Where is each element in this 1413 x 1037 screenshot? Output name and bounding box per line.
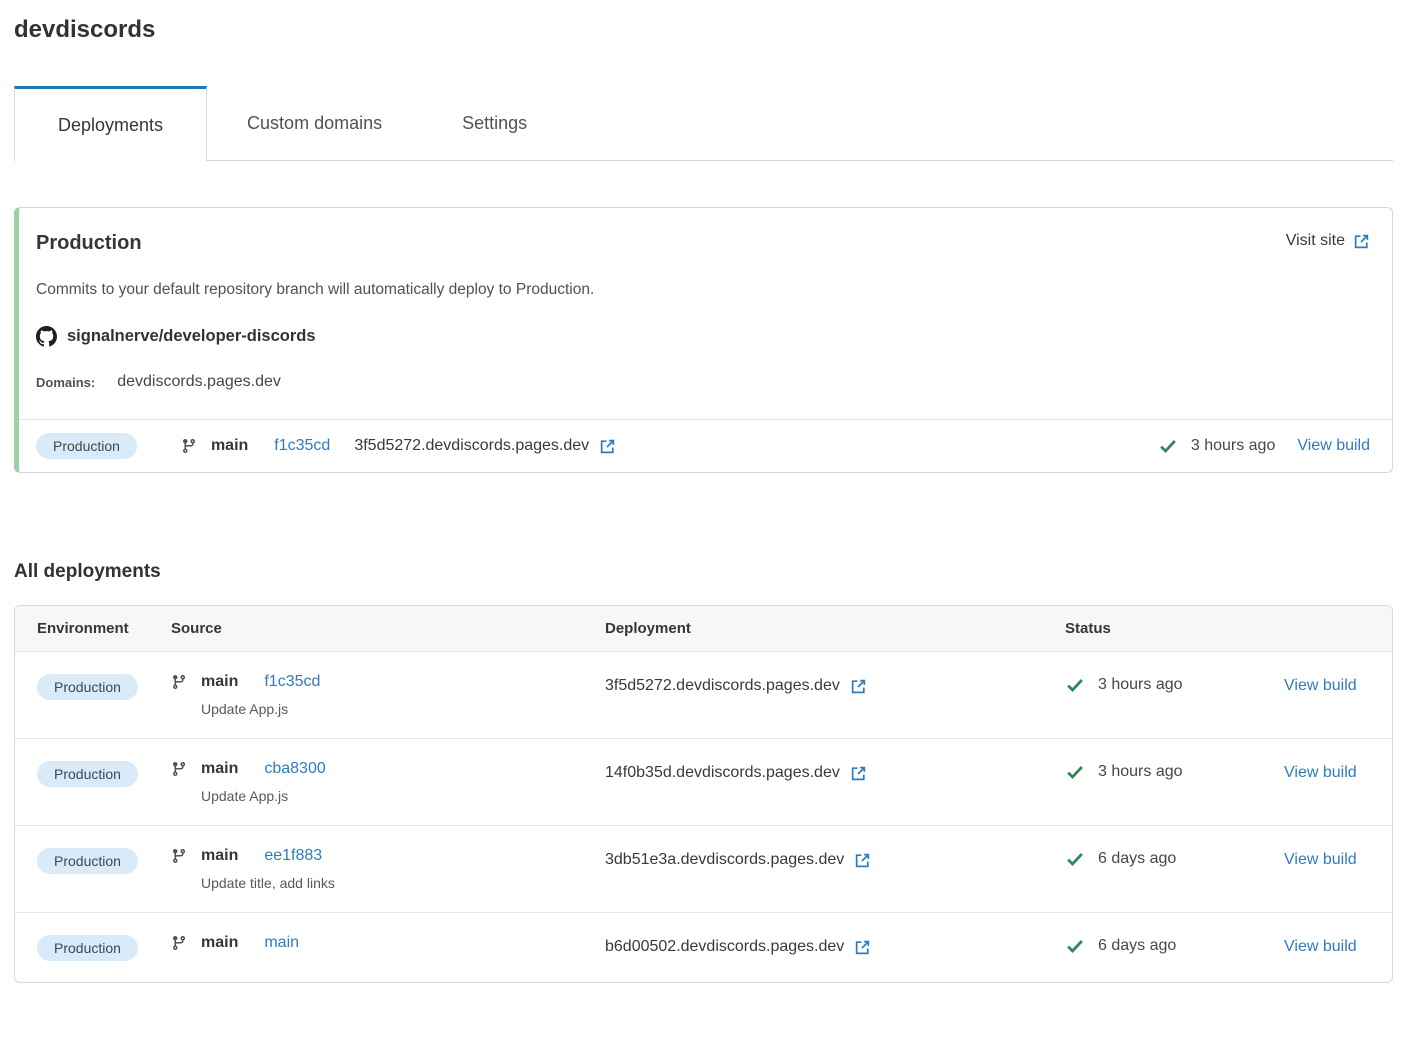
status-time: 6 days ago xyxy=(1098,937,1176,955)
git-branch-icon xyxy=(181,438,197,454)
commit-link[interactable]: f1c35cd xyxy=(264,673,320,691)
branch-name: main xyxy=(201,934,238,952)
view-build-link[interactable]: View build xyxy=(1284,764,1357,781)
repo-link[interactable]: signalnerve/developer-discords xyxy=(67,327,316,346)
external-link-icon[interactable] xyxy=(850,765,867,782)
status-time: 3 hours ago xyxy=(1098,676,1183,694)
commit-link[interactable]: main xyxy=(264,934,299,952)
status-time: 3 hours ago xyxy=(1098,763,1183,781)
pages-project-page: devdiscords Deployments Custom domains S… xyxy=(0,0,1413,983)
table-row: Production main ee1f883 Update title, ad… xyxy=(15,826,1392,913)
domain-value: devdiscords.pages.dev xyxy=(117,373,281,391)
branch-name: main xyxy=(201,847,238,865)
commit-link[interactable]: ee1f883 xyxy=(264,847,322,865)
production-latest-deployment-row: Production main f1c35cd 3f5d5272.devdisc… xyxy=(19,419,1392,472)
deployment-url: b6d00502.devdiscords.pages.dev xyxy=(605,938,871,956)
production-card-title: Production xyxy=(36,232,142,255)
visit-site-label: Visit site xyxy=(1286,232,1345,250)
git-branch-icon xyxy=(171,935,187,951)
deployment-status: 3 hours ago xyxy=(1158,436,1276,456)
production-card: Production Visit site Commits to your de… xyxy=(14,207,1393,473)
deployment-status: 3 hours ago xyxy=(1065,762,1284,782)
page-title: devdiscords xyxy=(14,14,1393,44)
deployment-status: 6 days ago xyxy=(1065,849,1284,869)
deployment-url: 3f5d5272.devdiscords.pages.dev xyxy=(605,677,867,695)
view-build-link[interactable]: View build xyxy=(1284,851,1357,868)
commit-message: Update App.js xyxy=(201,701,605,717)
status-time: 6 days ago xyxy=(1098,850,1176,868)
column-header-status: Status xyxy=(1065,620,1284,637)
external-link-icon[interactable] xyxy=(854,939,871,956)
tab-deployments[interactable]: Deployments xyxy=(14,86,207,161)
table-row: Production main f1c35cd Update App.js 3f… xyxy=(15,652,1392,739)
column-header-deployment: Deployment xyxy=(605,620,1065,637)
success-check-icon xyxy=(1065,762,1085,782)
visit-site-link[interactable]: Visit site xyxy=(1286,232,1370,250)
commit-message: Update App.js xyxy=(201,788,605,804)
branch-name: main xyxy=(201,760,238,778)
git-branch-icon xyxy=(171,761,187,777)
github-icon xyxy=(36,326,57,347)
external-link-icon[interactable] xyxy=(850,678,867,695)
external-link-icon[interactable] xyxy=(854,852,871,869)
deployment-status: 6 days ago xyxy=(1065,936,1284,956)
deployment-url: 14f0b35d.devdiscords.pages.dev xyxy=(605,764,867,782)
success-check-icon xyxy=(1065,936,1085,956)
status-time: 3 hours ago xyxy=(1191,437,1276,455)
external-link-icon[interactable] xyxy=(599,438,616,455)
table-row: Production main cba8300 Update App.js 14… xyxy=(15,739,1392,826)
view-build-link[interactable]: View build xyxy=(1284,938,1357,955)
environment-badge: Production xyxy=(37,761,138,787)
git-branch-icon xyxy=(171,674,187,690)
success-check-icon xyxy=(1158,436,1178,456)
environment-badge: Production xyxy=(37,935,138,961)
environment-badge: Production xyxy=(37,848,138,874)
branch-name: main xyxy=(201,673,238,691)
success-check-icon xyxy=(1065,675,1085,695)
commit-link[interactable]: cba8300 xyxy=(264,760,325,778)
deployment-status: 3 hours ago xyxy=(1065,675,1284,695)
view-build-link[interactable]: View build xyxy=(1297,437,1370,455)
commit-message: Update title, add links xyxy=(201,875,605,891)
deployments-table-header: Environment Source Deployment Status xyxy=(15,606,1392,652)
deployment-url: 3db51e3a.devdiscords.pages.dev xyxy=(605,851,871,869)
external-link-icon[interactable] xyxy=(1353,233,1370,250)
tab-settings[interactable]: Settings xyxy=(422,86,567,160)
column-header-source: Source xyxy=(171,620,605,637)
view-build-link[interactable]: View build xyxy=(1284,677,1357,694)
column-header-environment: Environment xyxy=(37,620,171,637)
production-description: Commits to your default repository branc… xyxy=(36,281,1370,299)
deployment-url: 3f5d5272.devdiscords.pages.dev xyxy=(354,437,616,455)
domains-label: Domains: xyxy=(36,375,95,390)
commit-link[interactable]: f1c35cd xyxy=(274,437,330,455)
tab-custom-domains[interactable]: Custom domains xyxy=(207,86,422,160)
environment-badge: Production xyxy=(36,433,137,459)
tab-bar: Deployments Custom domains Settings xyxy=(14,86,1393,161)
branch-name: main xyxy=(211,437,248,455)
success-check-icon xyxy=(1065,849,1085,869)
environment-badge: Production xyxy=(37,674,138,700)
deployments-table-body: Production main f1c35cd Update App.js 3f… xyxy=(15,652,1392,982)
all-deployments-title: All deployments xyxy=(14,561,1393,583)
git-branch-icon xyxy=(171,848,187,864)
table-row: Production main main b6d00502.devdiscord… xyxy=(15,913,1392,982)
deployments-table: Environment Source Deployment Status Pro… xyxy=(14,605,1393,983)
